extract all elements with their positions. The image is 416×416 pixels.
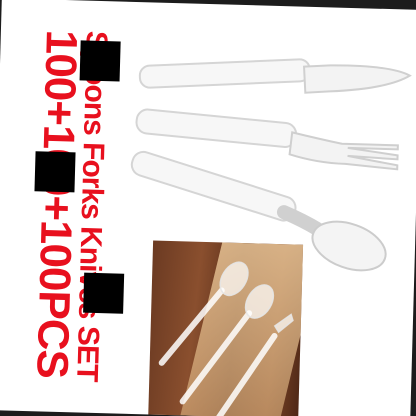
product-image: 100+100+100PCS Spoons Forks Knives SET <box>0 0 416 416</box>
redaction-block <box>79 40 121 82</box>
redaction-block <box>83 272 125 314</box>
product-photo <box>148 240 304 416</box>
redaction-block <box>34 151 76 193</box>
photo-utensils <box>158 261 294 416</box>
product-card: 100+100+100PCS Spoons Forks Knives SET <box>0 0 416 416</box>
knife-icon <box>138 58 412 94</box>
